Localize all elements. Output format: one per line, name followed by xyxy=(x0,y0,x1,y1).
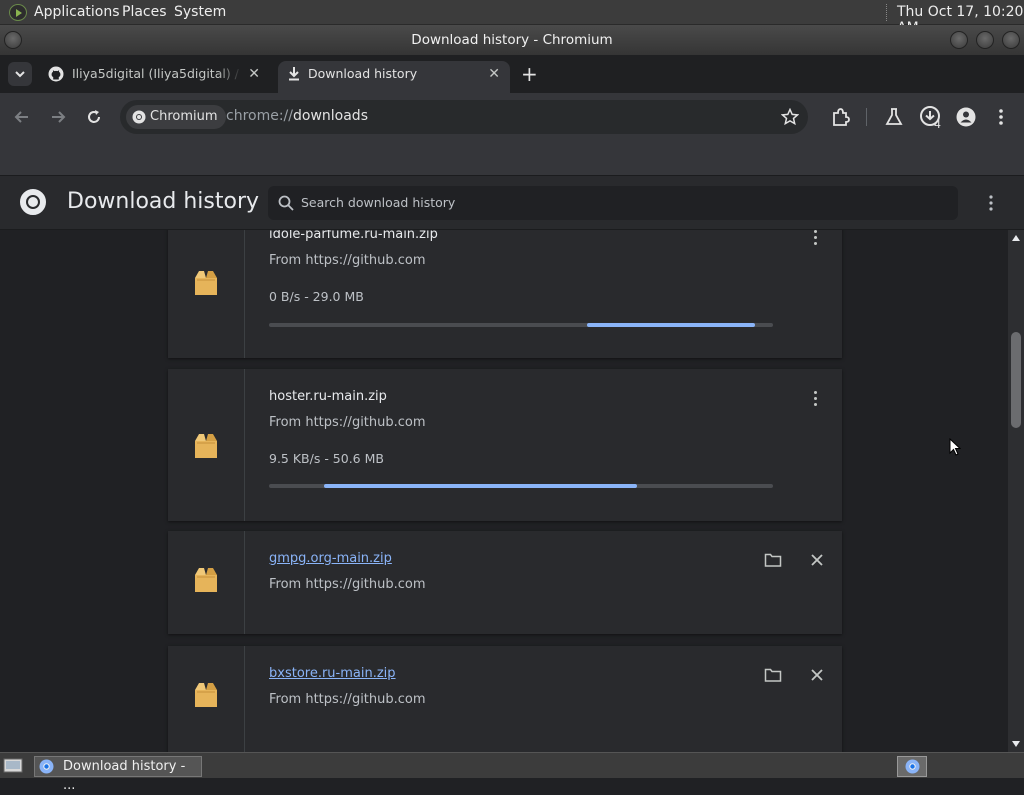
tab-label: Download history xyxy=(308,66,418,81)
zip-archive-icon xyxy=(195,568,217,592)
scroll-down-arrow-icon[interactable] xyxy=(1012,741,1020,747)
download-filename-link[interactable]: gmpg.org-main.zip xyxy=(269,551,392,566)
system-top-panel: Applications Places System Thu Oct 17, 1… xyxy=(0,0,1024,36)
progress-fill xyxy=(324,484,637,488)
download-item: hoster.ru-main.zip From https://github.c… xyxy=(168,369,842,521)
download-more-actions-icon[interactable] xyxy=(811,230,821,247)
minimize-button[interactable] xyxy=(950,31,968,49)
window-menu-button[interactable] xyxy=(4,31,22,49)
download-source[interactable]: From https://github.com xyxy=(269,415,426,430)
profile-avatar-icon[interactable] xyxy=(956,107,976,127)
url-path: downloads xyxy=(293,108,368,124)
chromium-icon xyxy=(132,110,146,124)
tab-strip: Iliya5digital (Iliya5digital) / Re ✕ Dow… xyxy=(0,55,1024,93)
downloads-more-actions-icon[interactable] xyxy=(986,194,996,212)
download-more-actions-icon[interactable] xyxy=(811,390,821,408)
download-filename[interactable]: idole-parfume.ru-main.zip xyxy=(269,230,438,242)
taskbar-window-label: Download history - ... xyxy=(63,759,186,793)
reload-icon[interactable] xyxy=(85,108,103,126)
address-bar[interactable]: Chromium chrome://downloads xyxy=(120,100,808,134)
zip-archive-icon xyxy=(195,271,217,295)
download-progress-bar xyxy=(269,323,773,327)
distro-logo-icon[interactable] xyxy=(9,4,27,21)
card-divider xyxy=(244,646,245,752)
forward-icon[interactable] xyxy=(49,108,67,126)
card-divider xyxy=(244,531,245,634)
download-source[interactable]: From https://github.com xyxy=(269,692,426,707)
download-item: idole-parfume.ru-main.zip From https://g… xyxy=(168,230,842,358)
download-icon xyxy=(289,67,299,81)
system-menu[interactable]: System xyxy=(174,4,226,20)
remove-download-icon[interactable] xyxy=(810,668,824,682)
chrome-logo-icon xyxy=(20,189,46,215)
remove-download-icon[interactable] xyxy=(810,553,824,567)
card-divider xyxy=(244,230,245,358)
new-tab-button[interactable]: + xyxy=(521,62,538,86)
download-filename[interactable]: hoster.ru-main.zip xyxy=(269,389,387,404)
window-title: Download history - Chromium xyxy=(411,32,613,48)
downloads-list: idole-parfume.ru-main.zip From https://g… xyxy=(0,230,1008,752)
search-downloads-field[interactable]: Search download history xyxy=(268,186,958,220)
bookmark-star-icon[interactable] xyxy=(781,108,799,126)
bookmarks-bar xyxy=(0,141,1024,176)
page-title: Download history xyxy=(67,189,260,214)
download-source[interactable]: From https://github.com xyxy=(269,253,426,268)
show-in-folder-icon[interactable] xyxy=(764,667,782,683)
download-item: gmpg.org-main.zip From https://github.co… xyxy=(168,531,842,634)
show-desktop-icon[interactable] xyxy=(3,758,23,774)
close-tab-icon[interactable]: ✕ xyxy=(488,61,500,87)
labs-flask-icon[interactable] xyxy=(885,107,903,127)
extensions-puzzle-icon[interactable] xyxy=(830,107,850,127)
tab-github[interactable]: Iliya5digital (Iliya5digital) / Re ✕ xyxy=(42,61,270,93)
download-source[interactable]: From https://github.com xyxy=(269,577,426,592)
download-item: bxstore.ru-main.zip From https://github.… xyxy=(168,646,842,752)
browser-menu-kebab-icon[interactable] xyxy=(996,108,1006,126)
downloads-count-badge: 4 xyxy=(934,118,941,131)
download-status: 9.5 KB/s - 50.6 MB xyxy=(269,451,384,466)
close-tab-icon[interactable]: ✕ xyxy=(248,61,260,87)
download-filename-link[interactable]: bxstore.ru-main.zip xyxy=(269,666,396,681)
url-scheme: chrome:// xyxy=(226,108,293,124)
workspace-switcher[interactable] xyxy=(897,756,927,777)
page-scrollbar[interactable] xyxy=(1008,230,1024,752)
taskbar-window-button[interactable]: Download history - ... xyxy=(34,756,202,793)
bottom-taskbar: Download history - ... xyxy=(0,752,1024,793)
toolbar-separator xyxy=(866,108,867,126)
chromium-icon xyxy=(39,759,54,774)
back-icon[interactable] xyxy=(13,108,31,126)
tab-search-button[interactable] xyxy=(8,62,32,86)
site-chip-label: Chromium xyxy=(150,109,218,124)
tab-label: Iliya5digital (Iliya5digital) / Re xyxy=(72,66,242,81)
github-icon xyxy=(48,66,64,82)
scroll-up-arrow-icon[interactable] xyxy=(1012,235,1020,241)
places-menu[interactable]: Places xyxy=(122,4,167,20)
tab-download-history[interactable]: Download history ✕ xyxy=(278,61,510,93)
chevron-down-icon xyxy=(15,71,25,78)
search-icon xyxy=(278,195,294,211)
scroll-thumb[interactable] xyxy=(1011,332,1021,428)
chromium-icon xyxy=(905,759,920,774)
url-text[interactable]: chrome://downloads xyxy=(226,108,368,124)
browser-toolbar: Chromium chrome://downloads 4 xyxy=(0,93,1024,141)
download-progress-bar xyxy=(269,484,773,488)
card-divider xyxy=(244,369,245,521)
progress-fill xyxy=(586,323,756,327)
mouse-cursor-icon xyxy=(949,438,961,456)
panel-separator xyxy=(886,4,888,21)
site-info-chip[interactable]: Chromium xyxy=(126,105,226,129)
close-window-button[interactable] xyxy=(1002,31,1020,49)
window-titlebar[interactable]: Download history - Chromium xyxy=(0,25,1024,55)
zip-archive-icon xyxy=(195,683,217,707)
zip-archive-icon xyxy=(195,434,217,458)
applications-menu[interactable]: Applications xyxy=(34,4,120,20)
show-in-folder-icon[interactable] xyxy=(764,552,782,568)
download-status: 0 B/s - 29.0 MB xyxy=(269,289,364,304)
downloads-header: Download history Search download history xyxy=(0,176,1024,230)
downloads-button[interactable]: 4 xyxy=(919,105,945,131)
maximize-button[interactable] xyxy=(976,31,994,49)
search-placeholder: Search download history xyxy=(301,195,456,210)
